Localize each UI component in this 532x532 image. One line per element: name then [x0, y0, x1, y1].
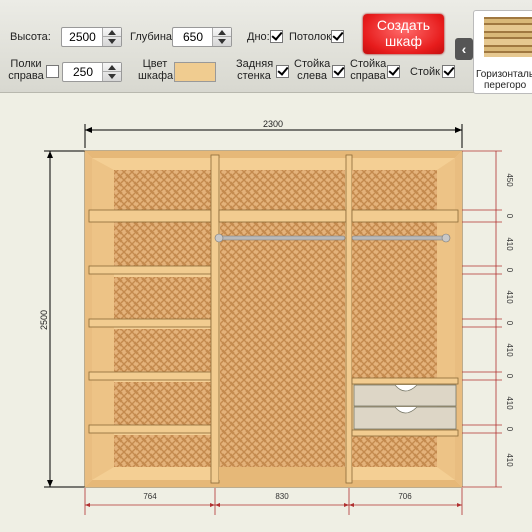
shelf [88, 424, 212, 434]
section-width-2: 830 [275, 492, 289, 501]
cabinet-bottom-bevel [85, 480, 462, 487]
bottom-label: Дно: [247, 31, 270, 43]
shelf [88, 371, 212, 381]
create-button-line-2: шкаф [385, 33, 422, 49]
shelf [88, 209, 212, 223]
ceiling-checkbox[interactable] [331, 30, 344, 43]
drawer [353, 406, 457, 430]
right-dim-label: 410 [505, 237, 514, 251]
shelf [88, 265, 212, 275]
right-dim-label: 0 [505, 321, 514, 326]
hanging-rail [217, 235, 346, 241]
height-label: Высота: [10, 31, 51, 43]
post-right-label: Стойка справа [350, 58, 387, 82]
left-dimension-arrow-bottom [47, 480, 53, 487]
rail-bracket [441, 233, 451, 243]
shelves-right-label: Полки справа [8, 58, 44, 82]
toolbar: Высота: 2500 Глубина: 650 Дно: Потолок: … [0, 0, 532, 94]
shelves-right-arrows[interactable] [102, 63, 121, 81]
cabinet-top-bevel [85, 151, 462, 158]
back-panel [114, 435, 211, 467]
bottom-checkbox[interactable] [270, 30, 283, 43]
shelf [88, 318, 212, 328]
chevron-left-icon[interactable]: ‹ [455, 38, 473, 60]
horizontal-partition-thumbnail[interactable] [484, 17, 532, 57]
back-panel [220, 222, 345, 467]
shelf [351, 429, 459, 437]
back-panel [114, 329, 211, 373]
height-value[interactable]: 2500 [62, 28, 103, 46]
back-panel [114, 222, 211, 268]
back-wall-label: Задняя стенка [236, 58, 274, 82]
depth-value[interactable]: 650 [173, 28, 213, 46]
shelf [351, 377, 459, 385]
vertical-divider [210, 154, 220, 484]
back-panel [114, 277, 211, 321]
right-dim-label: 410 [505, 343, 514, 357]
shelf [218, 209, 347, 223]
right-dim-label: 410 [505, 290, 514, 304]
back-panel [220, 170, 345, 210]
depth-stepper[interactable]: 650 [172, 27, 232, 47]
top-dimension-arrow-right [455, 127, 462, 133]
ceiling-label: Потолок: [289, 31, 335, 43]
color-swatch[interactable] [174, 62, 216, 82]
post-checkbox[interactable] [442, 65, 455, 78]
back-panel [352, 170, 437, 210]
top-dimension-arrow-left [85, 127, 92, 133]
back-panel [352, 435, 437, 467]
right-dim-label: 410 [505, 396, 514, 410]
right-dim-label: 410 [505, 453, 514, 467]
horizontal-partition-label: Горизонталь перегоро [476, 69, 532, 91]
depth-label: Глубина: [130, 31, 176, 43]
height-arrows[interactable] [102, 28, 121, 46]
vertical-divider [345, 154, 353, 484]
partition-panel[interactable]: Горизонталь перегоро [473, 10, 532, 94]
chevron-up-icon[interactable] [103, 28, 121, 37]
post-left-checkbox[interactable] [332, 65, 345, 78]
right-dim-label: 0 [505, 268, 514, 273]
right-dim-label: 0 [505, 427, 514, 432]
hanging-rail [351, 235, 445, 241]
post-label: Стойк [410, 66, 440, 78]
chevron-down-icon[interactable] [213, 37, 231, 46]
create-button-line-1: Создать [376, 17, 431, 33]
right-dim-label: 0 [505, 214, 514, 219]
left-dimension-arrow-top [47, 151, 53, 158]
shelves-right-value[interactable]: 250 [63, 63, 103, 81]
chevron-up-icon[interactable] [213, 28, 231, 37]
back-wall-checkbox[interactable] [276, 65, 289, 78]
cabinet-drawing: 2300 2500 764 830 706 450 0 410 0 410 0 … [39, 119, 514, 515]
color-label: Цвет шкафа [138, 58, 174, 82]
post-right-checkbox[interactable] [387, 65, 400, 78]
shelf [351, 209, 459, 223]
total-width-label: 2300 [263, 119, 283, 129]
shelves-right-checkbox[interactable] [46, 65, 59, 78]
chevron-down-icon[interactable] [103, 37, 121, 46]
back-panel [352, 222, 437, 382]
create-cabinet-button[interactable]: Создать шкаф [363, 14, 444, 54]
right-dim-label: 450 [505, 173, 514, 187]
back-panel [114, 170, 211, 210]
post-left-label: Стойка слева [294, 58, 331, 82]
middle-floor [219, 467, 346, 480]
back-panel [114, 382, 211, 425]
rail-bracket [214, 233, 224, 243]
cabinet-right-bevel [455, 151, 462, 487]
chevron-down-icon[interactable] [103, 72, 121, 81]
right-dim-label: 0 [505, 374, 514, 379]
drawer [353, 384, 457, 407]
total-height-label: 2500 [39, 310, 49, 330]
section-width-1: 764 [143, 492, 157, 501]
shelves-right-stepper[interactable]: 250 [62, 62, 122, 82]
section-width-3: 706 [398, 492, 412, 501]
chevron-up-icon[interactable] [103, 63, 121, 72]
depth-arrows[interactable] [212, 28, 231, 46]
height-stepper[interactable]: 2500 [61, 27, 122, 47]
right-dim-labels: 450 0 410 0 410 0 410 0 410 0 410 [505, 173, 514, 467]
